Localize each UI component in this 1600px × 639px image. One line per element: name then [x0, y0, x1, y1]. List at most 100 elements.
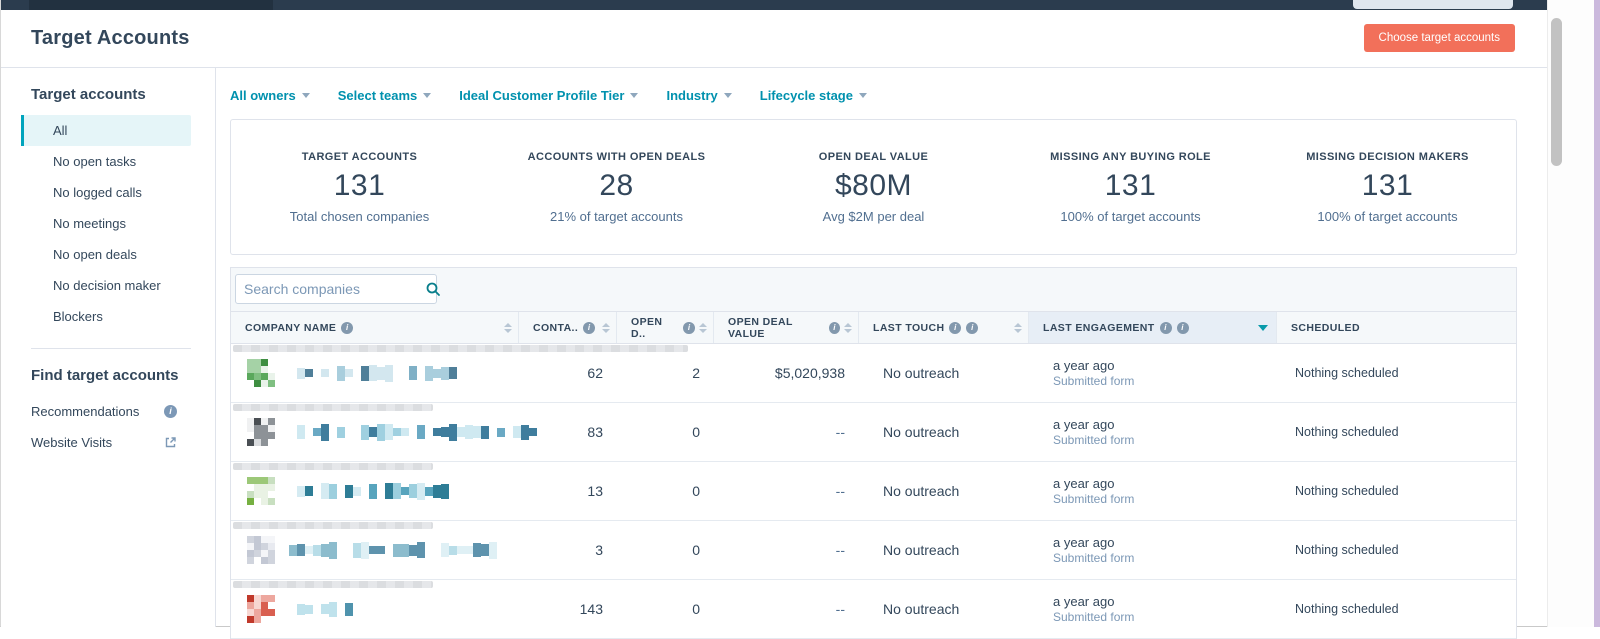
sort-arrows-icon[interactable] — [844, 322, 852, 333]
sidebar-item-all[interactable]: All — [21, 115, 191, 146]
info-icon[interactable]: i — [583, 321, 596, 334]
column-label: LAST TOUCH — [873, 321, 945, 334]
open-deals-cell: 2 — [692, 365, 700, 381]
column-header-company-name[interactable]: COMPANY NAME i — [231, 312, 519, 343]
company-cell — [231, 536, 519, 564]
stat-label: TARGET ACCOUNTS — [301, 150, 418, 163]
open-deals-cell: 0 — [692, 483, 700, 499]
open-deal-value-cell: -- — [835, 483, 845, 499]
search-companies-input[interactable] — [244, 281, 425, 297]
contacts-cell: 62 — [587, 365, 603, 381]
stat-open-deal-value: OPEN DEAL VALUE $80M Avg $2M per deal — [745, 151, 1002, 224]
table-row[interactable]: 83 0 -- No outreach a year ago Submitted form… — [231, 403, 1516, 462]
filter-label: All owners — [230, 88, 296, 103]
sidebar-item-no-meetings[interactable]: No meetings — [21, 208, 191, 239]
sort-arrows-icon[interactable] — [504, 322, 512, 333]
filter-select-teams[interactable]: Select teams — [338, 88, 432, 103]
sidebar-link-recommendations[interactable]: Recommendations i — [1, 396, 215, 427]
sort-up-arrow — [844, 322, 852, 327]
open-deals-cell: 0 — [692, 424, 700, 440]
page-header: Target Accounts Choose target accounts — [1, 10, 1547, 68]
search-icon[interactable] — [425, 281, 441, 297]
column-header-open-deal-value[interactable]: OPEN DEAL VALUE i — [714, 312, 859, 343]
company-logo — [247, 359, 275, 387]
filter-label: Ideal Customer Profile Tier — [459, 88, 625, 103]
sort-down-arrow — [602, 328, 610, 333]
company-logo — [247, 595, 275, 623]
last-touch-cell: No outreach — [883, 601, 960, 617]
sidebar-item-no-logged-calls[interactable]: No logged calls — [21, 177, 191, 208]
column-label: OPEN D.. — [631, 315, 663, 340]
info-icon[interactable]: i — [1176, 321, 1189, 334]
external-link-icon[interactable] — [164, 436, 177, 449]
sort-arrows-icon[interactable] — [699, 322, 707, 333]
company-logo — [247, 418, 275, 446]
main-content: All owners Select teams Ideal Customer Pro… — [216, 68, 1547, 639]
table-row[interactable]: 143 0 -- No outreach a year ago Submitted for… — [231, 580, 1516, 639]
sidebar-section2-title: Find target accounts — [31, 367, 179, 384]
scheduled-cell: Nothing scheduled — [1295, 543, 1399, 557]
redacted-text-strip — [233, 345, 688, 352]
company-logo — [247, 477, 275, 505]
company-name-redacted[interactable] — [289, 422, 537, 442]
column-label: SCHEDULED — [1291, 321, 1360, 334]
company-name-redacted[interactable] — [289, 363, 459, 383]
last-engagement-cell: a year ago Submitted form — [1029, 476, 1277, 507]
vertical-scrollbar-thumb[interactable] — [1551, 18, 1562, 166]
sidebar-item-no-open-tasks[interactable]: No open tasks — [21, 146, 191, 177]
top-navigation-bar — [1, 0, 1547, 10]
filter-all-owners[interactable]: All owners — [230, 88, 310, 103]
column-header-conta[interactable]: CONTA.. i — [519, 312, 617, 343]
filter-industry[interactable]: Industry — [666, 88, 732, 103]
sidebar-item-blockers[interactable]: Blockers — [21, 301, 191, 332]
table-search-row — [231, 268, 1516, 311]
sidebar-link-label: Recommendations — [31, 404, 140, 419]
sort-down-arrow — [699, 328, 707, 333]
last-engagement-time: a year ago — [1053, 357, 1115, 373]
info-icon[interactable]: i — [966, 321, 979, 334]
column-header-scheduled[interactable]: SCHEDULED — [1277, 312, 1516, 343]
sidebar-item-no-decision-maker[interactable]: No decision maker — [21, 270, 191, 301]
company-logo — [247, 536, 275, 564]
nav-search-input[interactable] — [1353, 0, 1513, 9]
company-name-redacted[interactable] — [289, 481, 454, 501]
info-icon[interactable]: i — [164, 405, 177, 418]
sidebar-link-website-visits[interactable]: Website Visits — [1, 427, 215, 458]
sidebar-item-no-open-deals[interactable]: No open deals — [21, 239, 191, 270]
filter-ideal-customer-profile-tier[interactable]: Ideal Customer Profile Tier — [459, 88, 639, 103]
column-header-open-d[interactable]: OPEN D.. i — [617, 312, 714, 343]
redacted-text-strip — [233, 522, 433, 529]
sidebar-item-list: All No open tasks No logged calls No meetin… — [1, 115, 215, 332]
open-deals-cell: 0 — [692, 601, 700, 617]
sort-down-arrow — [844, 328, 852, 333]
sort-arrows-icon[interactable] — [602, 322, 610, 333]
company-name-redacted[interactable] — [289, 599, 367, 619]
info-icon[interactable]: i — [829, 321, 840, 334]
table-row[interactable]: 3 0 -- No outreach a year ago Submitted form N… — [231, 521, 1516, 580]
info-icon[interactable]: i — [341, 321, 354, 334]
company-name-redacted[interactable] — [289, 540, 514, 560]
stats-summary-card: TARGET ACCOUNTS 131 Total chosen companies… — [230, 119, 1517, 255]
scheduled-cell: Nothing scheduled — [1295, 425, 1399, 439]
info-icon[interactable]: i — [683, 321, 695, 334]
search-box[interactable] — [235, 274, 440, 304]
filter-lifecycle-stage[interactable]: Lifecycle stage — [760, 88, 867, 103]
stat-value: $80M — [834, 168, 913, 202]
column-header-last-engagement[interactable]: LAST ENGAGEMENT i i — [1029, 312, 1277, 343]
table-row[interactable]: 13 0 -- No outreach a year ago Submitted form… — [231, 462, 1516, 521]
column-header-last-touch[interactable]: LAST TOUCH i i — [859, 312, 1029, 343]
column-label: OPEN DEAL VALUE — [728, 315, 793, 340]
scheduled-cell: Nothing scheduled — [1295, 366, 1399, 380]
table-row[interactable]: 62 2 $5,020,938 No outreach a year ago Submit… — [231, 344, 1516, 403]
sort-descending-icon[interactable] — [1258, 324, 1268, 331]
last-engagement-detail: Submitted form — [1053, 432, 1135, 447]
nav-active-segment — [29, 0, 273, 10]
last-engagement-time: a year ago — [1053, 593, 1115, 609]
choose-target-accounts-button[interactable]: Choose target accounts — [1363, 24, 1515, 52]
sort-arrows-icon[interactable] — [1014, 322, 1022, 333]
vertical-scrollbar-track[interactable] — [1547, 0, 1595, 627]
redacted-text-strip — [233, 404, 433, 411]
info-icon[interactable]: i — [949, 321, 962, 334]
last-engagement-detail: Submitted form — [1053, 550, 1135, 565]
info-icon[interactable]: i — [1159, 321, 1172, 334]
